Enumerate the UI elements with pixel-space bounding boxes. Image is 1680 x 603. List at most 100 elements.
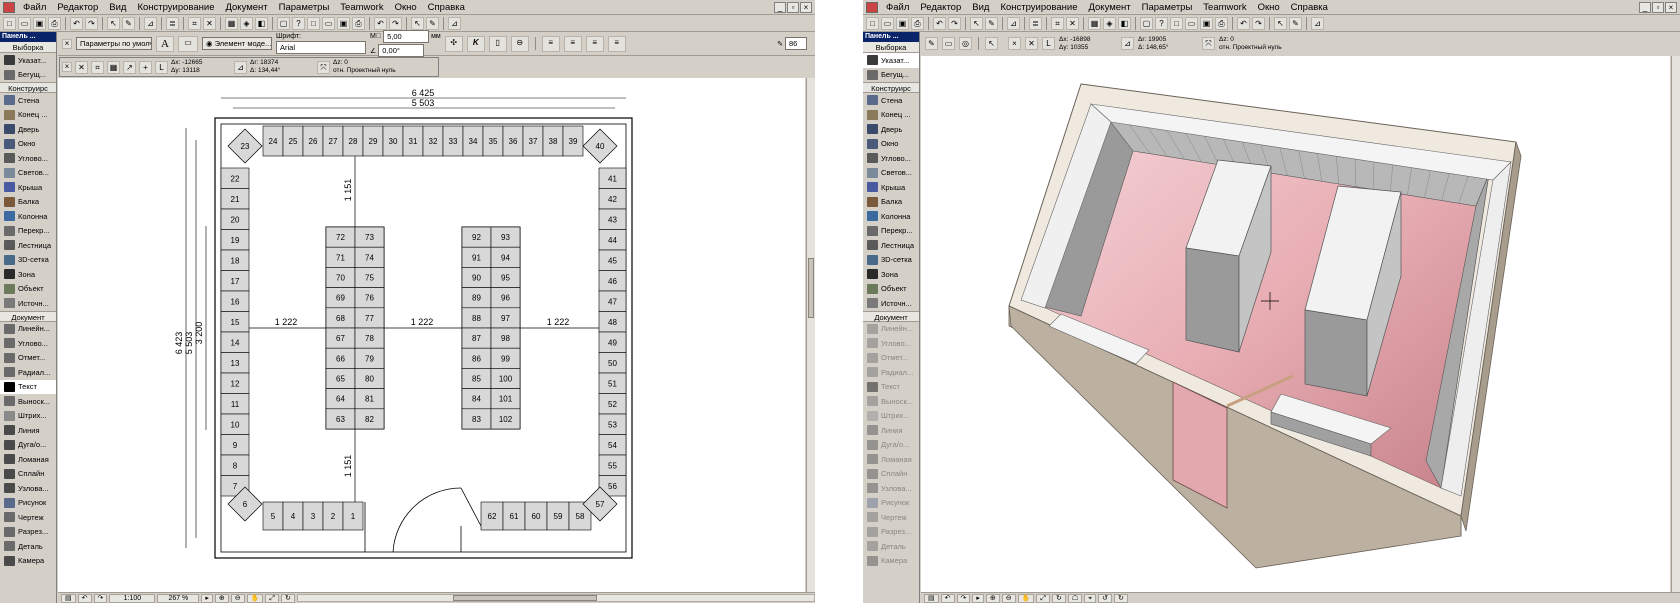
section-icon[interactable]: ◧ — [1118, 16, 1131, 30]
tool-construct-11[interactable]: 3D-сетка — [0, 253, 56, 268]
pointer-icon[interactable]: ↖ — [985, 37, 998, 50]
tool-document-1[interactable]: Углово... — [863, 336, 919, 351]
save-icon[interactable]: ▣ — [896, 16, 909, 30]
tool-document-8[interactable]: Дуга/о... — [0, 438, 56, 453]
tool-construct-2[interactable]: Дверь — [0, 122, 56, 137]
tool-document-6[interactable]: Штрих... — [0, 409, 56, 424]
add-icon[interactable]: + — [139, 60, 152, 74]
window-icon[interactable]: ▢ — [1140, 16, 1153, 30]
tool-document-7[interactable]: Линия — [0, 423, 56, 438]
restore-icon[interactable]: ▫ — [787, 1, 799, 13]
menu-edit[interactable]: Редактор — [915, 2, 967, 13]
z-axis-icon[interactable]: ⤧ — [1202, 37, 1215, 50]
open-icon[interactable]: ▭ — [322, 16, 335, 30]
layer-icon[interactable]: ≣ — [1029, 16, 1042, 30]
app-icon[interactable] — [3, 1, 15, 13]
document-section-header[interactable]: Документ — [0, 310, 56, 322]
layers-icon[interactable]: ▤ — [61, 593, 76, 603]
menu-design[interactable]: Конструирование — [132, 2, 220, 13]
anchor-icon[interactable]: ✣ — [444, 35, 463, 52]
menu-teamwork[interactable]: Teamwork — [335, 2, 389, 13]
tool-construct-8[interactable]: Колонна — [0, 209, 56, 224]
construct-section-header[interactable]: Конструирс — [863, 82, 919, 93]
tool-construct-14[interactable]: Источн... — [0, 296, 56, 311]
tool-construct-10[interactable]: Лестница — [863, 238, 919, 253]
tool-document-0[interactable]: Линейн... — [0, 322, 56, 337]
tool-document-13[interactable]: Чертеж — [0, 510, 56, 525]
tool-document-10[interactable]: Сплайн — [863, 467, 919, 482]
box-icon[interactable]: ▭ — [942, 37, 955, 50]
open-icon[interactable]: ▭ — [18, 16, 31, 30]
zoom-out-icon[interactable]: ⊖ — [230, 593, 245, 603]
tool-document-16[interactable]: Камера — [863, 554, 919, 569]
tool-construct-7[interactable]: Балка — [0, 195, 56, 210]
3d-view-icon[interactable]: ◈ — [1103, 16, 1116, 30]
undo-icon[interactable]: ↶ — [1237, 16, 1250, 30]
print-icon[interactable]: ⎙ — [352, 16, 365, 30]
frame-icon[interactable]: ▯ — [488, 35, 507, 52]
tool-document-9[interactable]: Ломаная — [863, 452, 919, 467]
tool-construct-3[interactable]: Окно — [863, 137, 919, 152]
tool-arrow-1[interactable]: Бегущ... — [863, 68, 919, 83]
zoom-field[interactable]: 267 % — [157, 593, 200, 603]
undo-icon[interactable]: ↶ — [70, 16, 83, 30]
new-icon[interactable]: □ — [307, 16, 320, 30]
horizontal-scrollbar[interactable] — [296, 594, 815, 602]
tool-document-14[interactable]: Разрез... — [863, 525, 919, 540]
tool-document-11[interactable]: Узлова... — [0, 481, 56, 496]
tool-construct-0[interactable]: Стена — [863, 93, 919, 108]
tool-document-9[interactable]: Ломаная — [0, 452, 56, 467]
orbit-icon[interactable]: ↻ — [280, 593, 295, 603]
pen-number-input[interactable]: 86 — [785, 37, 807, 50]
layer-icon[interactable]: ≣ — [166, 16, 179, 30]
tool-document-12[interactable]: Рисунок — [0, 496, 56, 511]
tool-construct-6[interactable]: Крыша — [863, 180, 919, 195]
menu-help[interactable]: Справка — [423, 2, 471, 13]
tool-document-11[interactable]: Узлова... — [863, 481, 919, 496]
explore-icon[interactable]: ✎ — [925, 37, 938, 50]
tool-document-2[interactable]: Отмет... — [863, 351, 919, 366]
trace-icon[interactable]: ⊿ — [144, 16, 157, 30]
menu-document[interactable]: Документ — [1083, 2, 1136, 13]
3d-view-icon[interactable]: ◈ — [240, 16, 253, 30]
vertical-scrollbar[interactable] — [1671, 56, 1680, 592]
floor-plan-canvas[interactable]: 6 425 5 503 6 423 5 503 3 200 24 25 26 27 28 29 30 3… — [58, 78, 805, 592]
construct-section-header[interactable]: Конструирс — [0, 82, 56, 93]
tool-construct-5[interactable]: Светов... — [863, 166, 919, 181]
print-icon[interactable]: ⎙ — [911, 16, 924, 30]
tool-document-3[interactable]: Радиал... — [0, 365, 56, 380]
rotate-left-icon[interactable]: ↺ — [1098, 593, 1112, 603]
save-icon[interactable]: ▣ — [337, 16, 350, 30]
new-icon[interactable]: □ — [866, 16, 879, 30]
undo-zoom-icon[interactable]: ↶ — [940, 593, 955, 603]
font-size-input[interactable]: 5,00 — [383, 30, 430, 43]
fit-window-icon[interactable]: ⤢ — [265, 593, 279, 603]
zoom-menu-icon[interactable]: ▸ — [201, 593, 213, 603]
layer-icon[interactable]: ▭ — [178, 35, 198, 52]
tool-construct-14[interactable]: Источн... — [863, 296, 919, 311]
menu-view[interactable]: Вид — [104, 2, 132, 13]
tool-document-2[interactable]: Отмет... — [0, 351, 56, 366]
tool-document-4[interactable]: Текст — [0, 379, 56, 394]
tool-construct-1[interactable]: Конец ... — [0, 108, 56, 123]
tool-document-13[interactable]: Чертеж — [863, 510, 919, 525]
redo-icon[interactable]: ↷ — [1252, 16, 1265, 30]
tool-document-7[interactable]: Линия — [863, 423, 919, 438]
plan-view-icon[interactable]: ▦ — [1088, 16, 1101, 30]
new-icon[interactable]: □ — [3, 16, 16, 30]
trace-icon[interactable]: ⊿ — [448, 16, 461, 30]
menu-design[interactable]: Конструирование — [995, 2, 1083, 13]
tool-construct-13[interactable]: Объект — [863, 282, 919, 297]
zoom-in-icon[interactable]: ⊕ — [985, 593, 1000, 603]
angle-lock-icon[interactable]: ⊿ — [234, 60, 247, 74]
tool-document-4[interactable]: Текст — [863, 380, 919, 395]
save-icon[interactable]: ▣ — [1200, 16, 1213, 30]
pan-icon[interactable]: ✋ — [246, 593, 264, 603]
orbit-icon[interactable]: ↻ — [1051, 593, 1066, 603]
tool-document-5[interactable]: Выноск... — [863, 394, 919, 409]
tool-document-15[interactable]: Деталь — [0, 539, 56, 554]
tool-construct-9[interactable]: Перекр... — [863, 224, 919, 239]
menu-window[interactable]: Окно — [1253, 2, 1286, 13]
print-icon[interactable]: ⎙ — [1215, 16, 1228, 30]
layers-icon[interactable]: ▤ — [924, 593, 939, 603]
